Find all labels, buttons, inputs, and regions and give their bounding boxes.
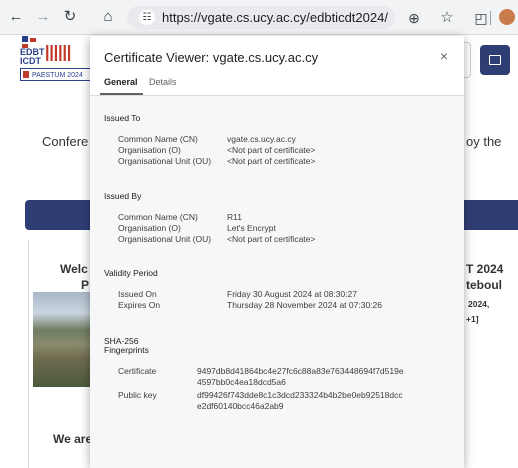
menu-button[interactable] [480,45,510,75]
content-divider [28,240,29,468]
section-heading-issued-to: Issued To [104,113,141,123]
section-heading-fingerprints: Fingerprints [104,345,149,355]
field-label: Public key [118,390,157,400]
close-icon[interactable]: × [436,48,452,64]
field-label: Issued On [118,289,157,299]
field-value: R11 [227,212,242,222]
field-value: Thursday 28 November 2024 at 07:30:26 [227,300,382,310]
profile-avatar[interactable] [499,9,515,25]
section-heading-validity: Validity Period [104,268,158,278]
site-settings-icon[interactable]: ☷ [139,10,155,25]
field-label: Organisation (O) [118,145,181,155]
certificate-details-panel: Issued To Common Name (CN) vgate.cs.ucy.… [90,96,464,468]
menu-icon [489,55,501,65]
right-subheading: teboul [466,278,502,292]
logo-badge: PAESTUM 2024 [20,68,92,81]
welcome-subheading: P [81,278,90,292]
home-icon[interactable]: ⌂ [99,8,117,26]
field-value: Friday 30 August 2024 at 08:30:27 [227,289,357,299]
field-value: vgate.cs.ucy.ac.cy [227,134,296,144]
field-label: Organisational Unit (OU) [118,234,212,244]
site-logo[interactable]: EDBT ICDT ⅢⅢ PAESTUM 2024 [20,36,92,88]
tab-general[interactable]: General [104,77,138,87]
field-value: Let's Encrypt [227,223,276,233]
section-heading-issued-by: Issued By [104,191,142,201]
paestum-photo [33,292,93,387]
field-label: Organisational Unit (OU) [118,156,212,166]
field-label: Common Name (CN) [118,212,198,222]
conference-text-right: oy the [466,134,502,149]
conference-text-left: Confere [42,134,89,149]
dialog-title: Certificate Viewer: vgate.cs.ucy.ac.cy [104,50,319,65]
field-value: <Not part of certificate> [227,156,316,166]
reload-icon[interactable]: ↻ [61,8,79,26]
forward-arrow-icon[interactable]: → [34,8,52,26]
certificate-fingerprint: 9497db8d41864bc4e27fc6c88a83e763448694f7… [197,366,404,387]
field-label: Certificate [118,366,157,376]
field-label: Organisation (O) [118,223,181,233]
extensions-icon[interactable]: ◰ [472,9,490,27]
public-key-fingerprint: df99426f743dde8c1c3dcd233324b4b2be0eb925… [197,390,403,411]
toolbar-divider [490,11,491,25]
field-value: <Not part of certificate> [227,145,316,155]
welcome-heading: Welc [60,262,88,276]
right-heading: T 2024 [466,262,504,276]
field-label: Common Name (CN) [118,134,198,144]
field-label: Expires On [118,300,161,310]
star-icon[interactable]: ☆ [438,9,456,27]
logo-icdt-text: ICDT [20,56,41,66]
banner-bar-left[interactable] [25,200,93,230]
right-year-text: 2024, [468,299,490,309]
we-are-heading: We are [53,432,93,446]
right-bracket-text: +1] [466,314,479,324]
certificate-viewer-dialog: Certificate Viewer: vgate.cs.ucy.ac.cy ×… [90,36,464,468]
tab-details[interactable]: Details [149,77,177,87]
temple-pillars-icon: ⅢⅢ [44,41,72,66]
back-arrow-icon[interactable]: ← [7,8,25,26]
field-value: <Not part of certificate> [227,234,316,244]
url-text[interactable]: https://vgate.cs.ucy.ac.cy/edbticdt2024/ [162,10,388,25]
zoom-icon[interactable]: ⊕ [405,9,423,27]
banner-bar-right[interactable] [462,200,518,230]
